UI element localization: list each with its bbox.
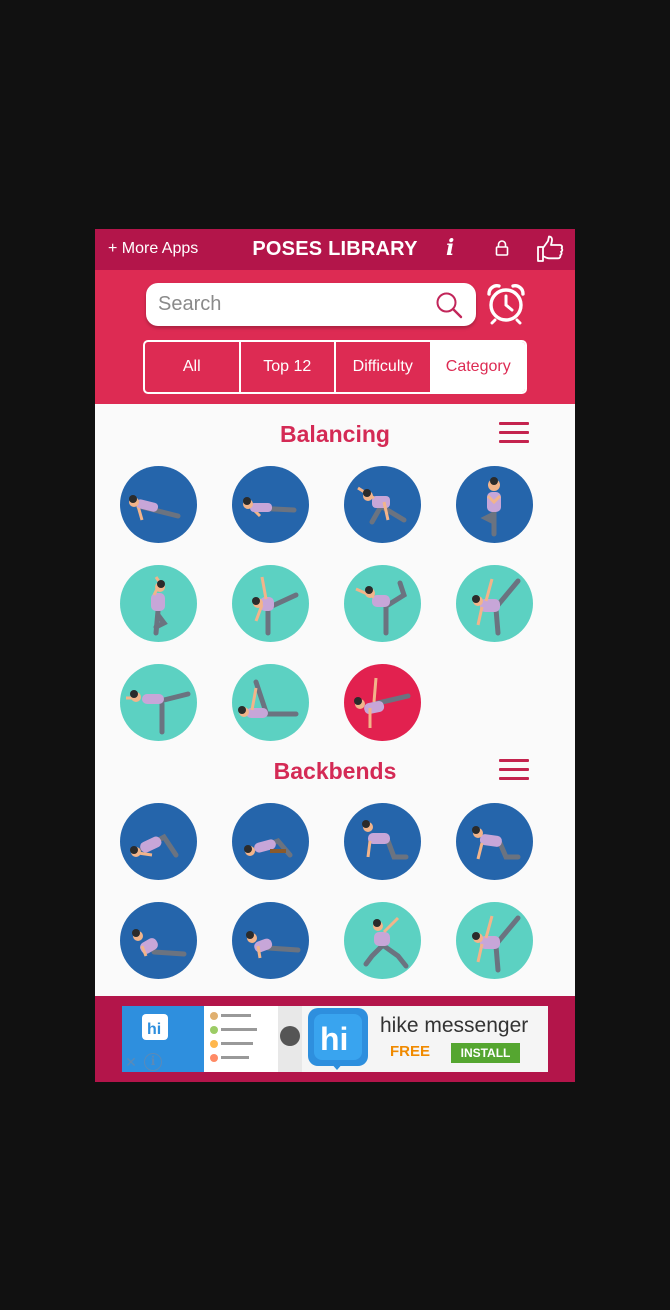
search-icon[interactable] [435,291,463,319]
yoga-figure-icon [472,826,521,860]
tab-top-12[interactable]: Top 12 [241,342,336,392]
tab-difficulty[interactable]: Difficulty [336,342,432,392]
tab-all[interactable]: All [145,342,241,392]
pose-thumbnail-warrior-three[interactable] [120,664,197,741]
section-header-balancing: Balancing [95,415,575,455]
pose-thumbnail-cat[interactable] [344,803,421,880]
yoga-figure-icon [151,576,168,636]
ad-close-icon[interactable]: ✕ [122,1053,140,1071]
search-area: All Top 12 Difficulty Category [95,270,575,404]
svg-text:hi: hi [320,1021,348,1057]
info-icon[interactable]: i [446,235,454,261]
yoga-figure-icon [472,915,521,973]
pose-thumbnail-side-plank[interactable] [344,664,421,741]
yoga-figure-icon [363,916,409,969]
filter-tabs: All Top 12 Difficulty Category [143,340,527,394]
poses-list[interactable]: Balancing Backbends [95,415,575,996]
top-bar: + More Apps POSES LIBRARY i [95,229,575,270]
yoga-figure-icon [362,820,409,860]
ad-banner-bar: hi hi hike messenger FREE INSTALL ✕ i [95,996,575,1082]
hamburger-icon[interactable] [499,422,529,444]
pose-thumbnail-eagle[interactable] [120,565,197,642]
pose-thumbnail-low-bridge[interactable] [232,803,309,880]
search-box[interactable] [146,283,476,326]
yoga-figure-icon [252,576,299,636]
ad-install-button[interactable]: INSTALL [451,1043,520,1063]
yoga-figure-icon [472,578,521,636]
thumbs-up-icon[interactable] [536,235,564,263]
yoga-figure-icon [238,679,299,718]
yoga-figure-icon [129,495,181,521]
yoga-figure-icon [126,690,191,735]
pose-thumbnail-half-moon[interactable] [456,902,533,979]
yoga-figure-icon [354,677,411,728]
pose-thumbnail-cobra[interactable] [120,902,197,979]
hamburger-icon[interactable] [499,759,529,781]
pose-thumbnail-standing-split[interactable] [232,565,309,642]
section-header-backbends: Backbends [95,752,575,792]
alarm-clock-icon[interactable] [485,283,527,325]
hike-logo-icon: hi [308,1008,368,1070]
yoga-figure-icon [357,486,407,525]
search-input[interactable] [158,291,428,318]
pose-thumbnail-lunge-twist[interactable] [344,466,421,543]
pose-thumbnail-upward-dog[interactable] [232,902,309,979]
yoga-figure-icon [243,497,297,518]
yoga-figure-icon [480,477,502,537]
lock-icon[interactable] [495,240,509,256]
yoga-figure-icon [246,931,301,959]
pose-thumbnail-bridge[interactable] [120,803,197,880]
pose-thumbnail-half-moon[interactable] [456,565,533,642]
pose-thumbnail-reclined-leg[interactable] [232,664,309,741]
pose-thumbnail-tree[interactable] [456,466,533,543]
yoga-figure-icon [130,833,179,858]
pose-thumbnail-plank[interactable] [120,466,197,543]
pose-thumbnail-dancer[interactable] [344,565,421,642]
ad-banner[interactable]: hi hi hike messenger FREE INSTALL ✕ i [122,1006,548,1072]
ad-info-icon[interactable]: i [144,1053,162,1071]
pose-thumbnail-lunge[interactable] [344,902,421,979]
yoga-figure-icon [132,929,187,957]
yoga-figure-icon [244,838,293,858]
tab-category[interactable]: Category [431,342,525,392]
yoga-figure-icon [355,580,407,636]
ad-price: FREE [390,1043,431,1060]
pose-thumbnail-low-plank[interactable] [232,466,309,543]
pose-thumbnail-cow[interactable] [456,803,533,880]
app-screen: + More Apps POSES LIBRARY i All [95,229,575,1082]
svg-text:hi: hi [147,1021,161,1038]
ad-app-name: hike messenger [380,1014,529,1037]
